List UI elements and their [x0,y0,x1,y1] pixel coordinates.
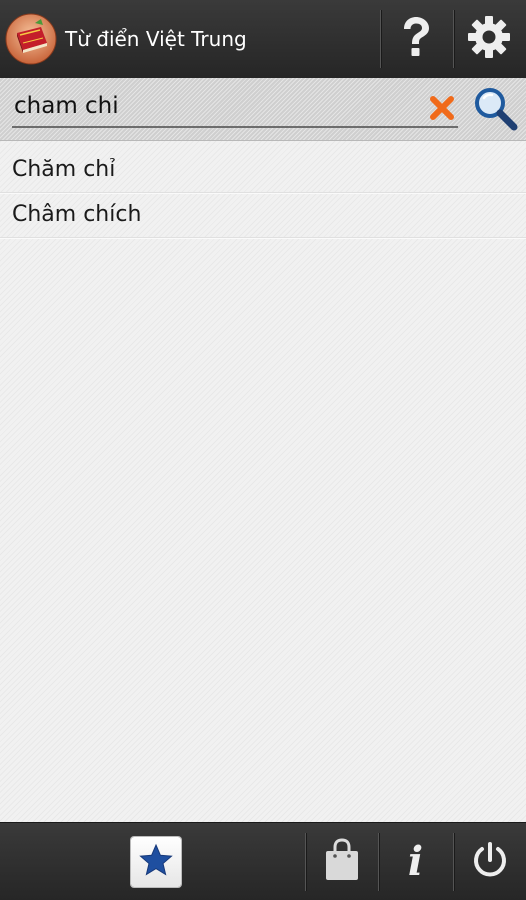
shopping-bag-icon [322,838,362,886]
list-item[interactable]: Châm chích [0,193,526,238]
info-icon: i [407,838,424,885]
clear-search-button[interactable] [428,94,456,122]
store-button[interactable] [305,823,378,900]
search-underline [12,126,458,128]
bottom-bar: i [0,822,526,900]
settings-button[interactable] [453,0,525,78]
favorites-button[interactable] [122,823,190,900]
question-mark-icon [398,15,434,63]
exit-button[interactable] [453,823,526,900]
results-list: Chăm chỉ Châm chích [0,148,526,238]
search-button[interactable] [470,84,520,134]
gear-icon [467,15,511,63]
favorites-tab [131,837,181,887]
info-button[interactable]: i [378,823,453,900]
star-icon [139,843,173,881]
close-icon [428,96,456,126]
power-icon [470,840,510,884]
list-item[interactable]: Chăm chỉ [0,148,526,193]
app-screen: Từ điển Việt Trung cham chi Chăm chỉ Châ… [0,0,526,900]
search-bar [0,78,526,141]
dictionary-book-icon [5,13,57,65]
search-input[interactable] [12,86,424,126]
action-bar: Từ điển Việt Trung [0,0,526,78]
help-button[interactable] [380,0,452,78]
magnifier-icon [470,88,520,138]
app-title: Từ điển Việt Trung [65,27,247,51]
